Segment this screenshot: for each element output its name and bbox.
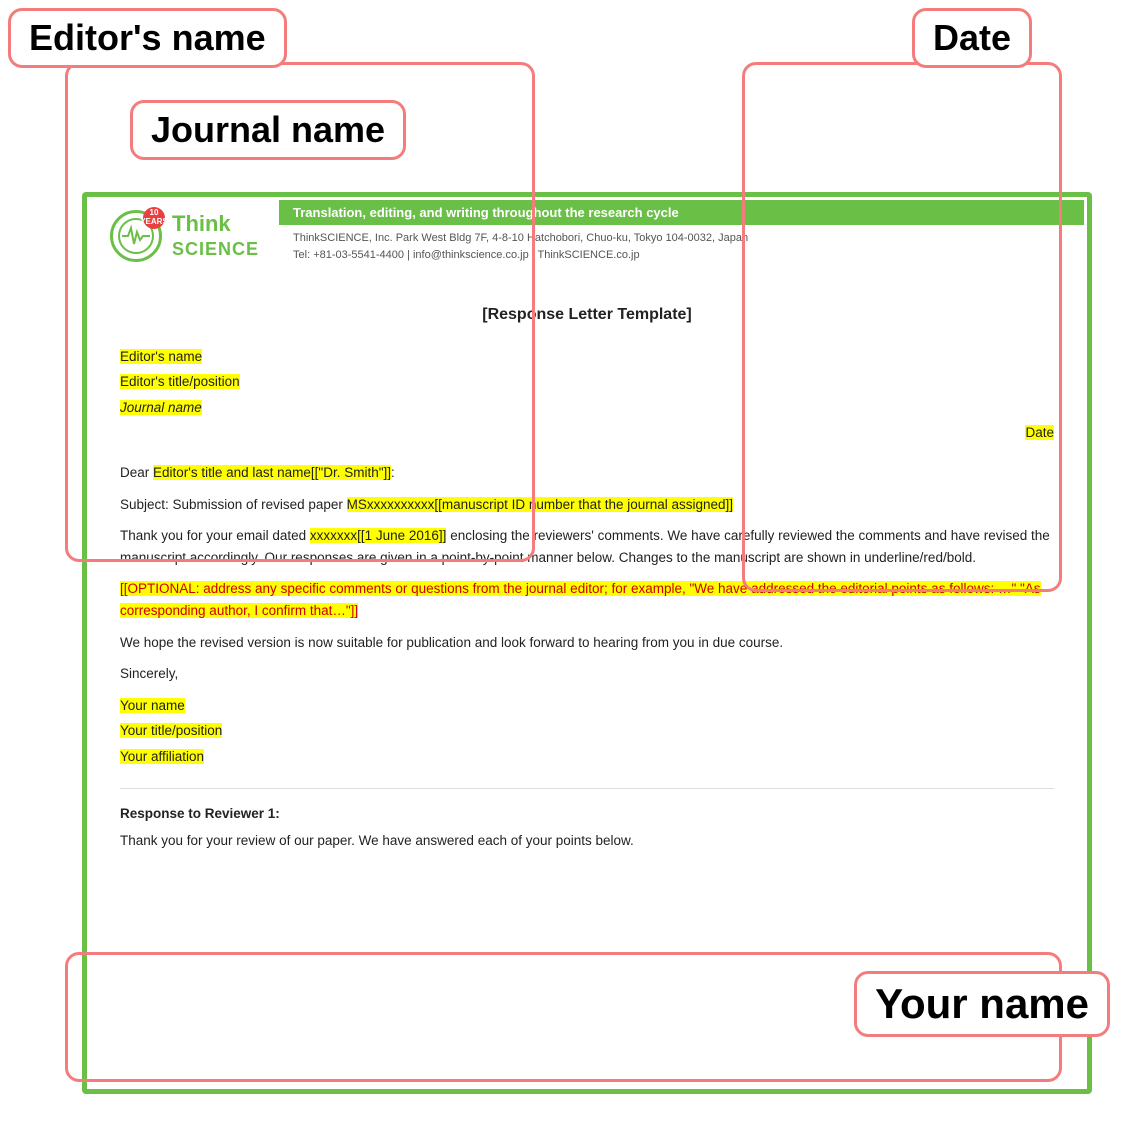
journal-name-annotation: Journal name: [130, 100, 406, 160]
editors-name-annotation: Editor's name: [8, 8, 287, 68]
date-annotation: Date: [912, 8, 1032, 68]
your-name-annotation: Your name: [854, 971, 1110, 1037]
green-border-box: [82, 192, 1092, 1094]
